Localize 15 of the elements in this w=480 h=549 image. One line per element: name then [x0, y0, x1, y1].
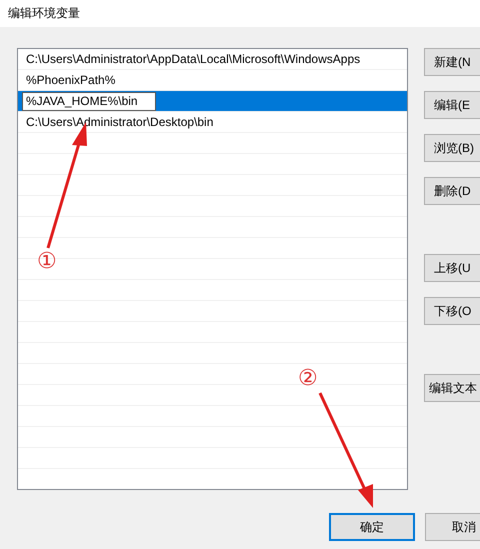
side-button[interactable]: 上移(U — [424, 254, 480, 282]
side-button[interactable]: 编辑(E — [424, 91, 480, 119]
side-button[interactable]: 浏览(B) — [424, 134, 480, 162]
selected-row[interactable]: %JAVA_HOME%\bin — [18, 91, 407, 112]
cancel-button[interactable]: 取消 — [425, 513, 480, 541]
side-button[interactable]: 删除(D — [424, 177, 480, 205]
step-number: ② — [298, 367, 318, 389]
path-entry[interactable]: C:\Users\Administrator\AppData\Local\Microsoft\WindowsApps — [18, 49, 407, 70]
side-button[interactable]: 新建(N — [424, 48, 480, 76]
side-button[interactable]: 编辑文本 — [424, 374, 480, 402]
edit-field[interactable]: %JAVA_HOME%\bin — [22, 92, 156, 111]
step-number: ① — [37, 250, 57, 272]
window-title: 编辑环境变量 — [0, 0, 480, 27]
side-button[interactable]: 下移(O — [424, 297, 480, 325]
ok-button[interactable]: 确定 — [329, 513, 415, 541]
